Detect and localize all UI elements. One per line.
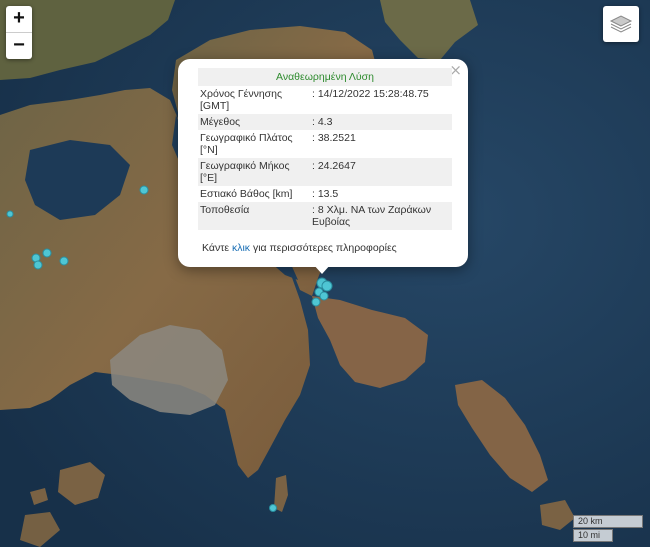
earthquake-marker[interactable]	[59, 256, 69, 266]
zoom-in-button[interactable]: +	[6, 6, 32, 32]
detail-row: Εστιακό Βάθος [km] : 13.5	[198, 186, 452, 202]
zoom-out-button[interactable]: −	[6, 32, 32, 59]
zoom-control: + −	[6, 6, 32, 59]
layers-button[interactable]	[603, 6, 639, 42]
earthquake-popup: × Αναθεωρημένη Λύση Χρόνος Γέννησης [GMT…	[178, 59, 468, 274]
popup-footer: Κάντε κλικ για περισσότερες πληροφορίες	[202, 242, 397, 254]
earthquake-marker[interactable]	[42, 248, 52, 258]
footer-text-pre: Κάντε	[202, 242, 232, 254]
detail-value: : 24.2647	[310, 158, 452, 186]
detail-value: : 4.3	[310, 114, 452, 130]
map-view[interactable]: + − × Αναθεωρημένη Λύση Χρόνος Γέννησης …	[0, 0, 650, 547]
layers-icon	[609, 15, 633, 33]
earthquake-marker[interactable]	[33, 260, 43, 270]
detail-label: Γεωγραφικό Μήκος [°E]	[198, 158, 310, 186]
scale-bar-km: 20 km	[573, 515, 643, 528]
popup-tip	[313, 264, 331, 274]
detail-row: Γεωγραφικό Πλάτος [°N] : 38.2521	[198, 130, 452, 158]
detail-label: Τοποθεσία	[198, 202, 310, 230]
earthquake-marker[interactable]	[319, 291, 329, 301]
detail-label: Μέγεθος	[198, 114, 310, 130]
earthquake-marker[interactable]	[139, 185, 149, 195]
detail-row: Γεωγραφικό Μήκος [°E] : 24.2647	[198, 158, 452, 186]
detail-value: : 14/12/2022 15:28:48.75	[312, 88, 429, 100]
popup-title: Αναθεωρημένη Λύση	[198, 68, 452, 86]
scale-bar-mi: 10 mi	[573, 529, 613, 542]
earthquake-details-table: Αναθεωρημένη Λύση Χρόνος Γέννησης [GMT] …	[198, 68, 452, 230]
detail-label: Εστιακό Βάθος [km]	[200, 188, 293, 200]
more-info-link[interactable]: κλικ	[232, 242, 250, 254]
detail-row: Μέγεθος : 4.3	[198, 114, 452, 130]
detail-row: Τοποθεσία : 8 Χλμ. ΝΑ των Ζαράκων Ευβοία…	[198, 202, 452, 230]
detail-label: Γεωγραφικό Πλάτος [°N]	[200, 132, 293, 156]
detail-value: : 8 Χλμ. ΝΑ των Ζαράκων Ευβοίας	[310, 202, 452, 230]
detail-value: : 13.5	[312, 188, 339, 200]
footer-text-post: για περισσότερες πληροφορίες	[250, 242, 397, 254]
detail-row: Χρόνος Γέννησης [GMT] : 14/12/2022 15:28…	[198, 86, 452, 114]
detail-label: Χρόνος Γέννησης [GMT]	[200, 88, 283, 112]
earthquake-marker[interactable]	[6, 210, 14, 218]
earthquake-marker[interactable]	[311, 297, 321, 307]
earthquake-marker[interactable]	[321, 280, 333, 292]
detail-value: : 38.2521	[312, 132, 356, 144]
earthquake-marker[interactable]	[269, 504, 277, 512]
